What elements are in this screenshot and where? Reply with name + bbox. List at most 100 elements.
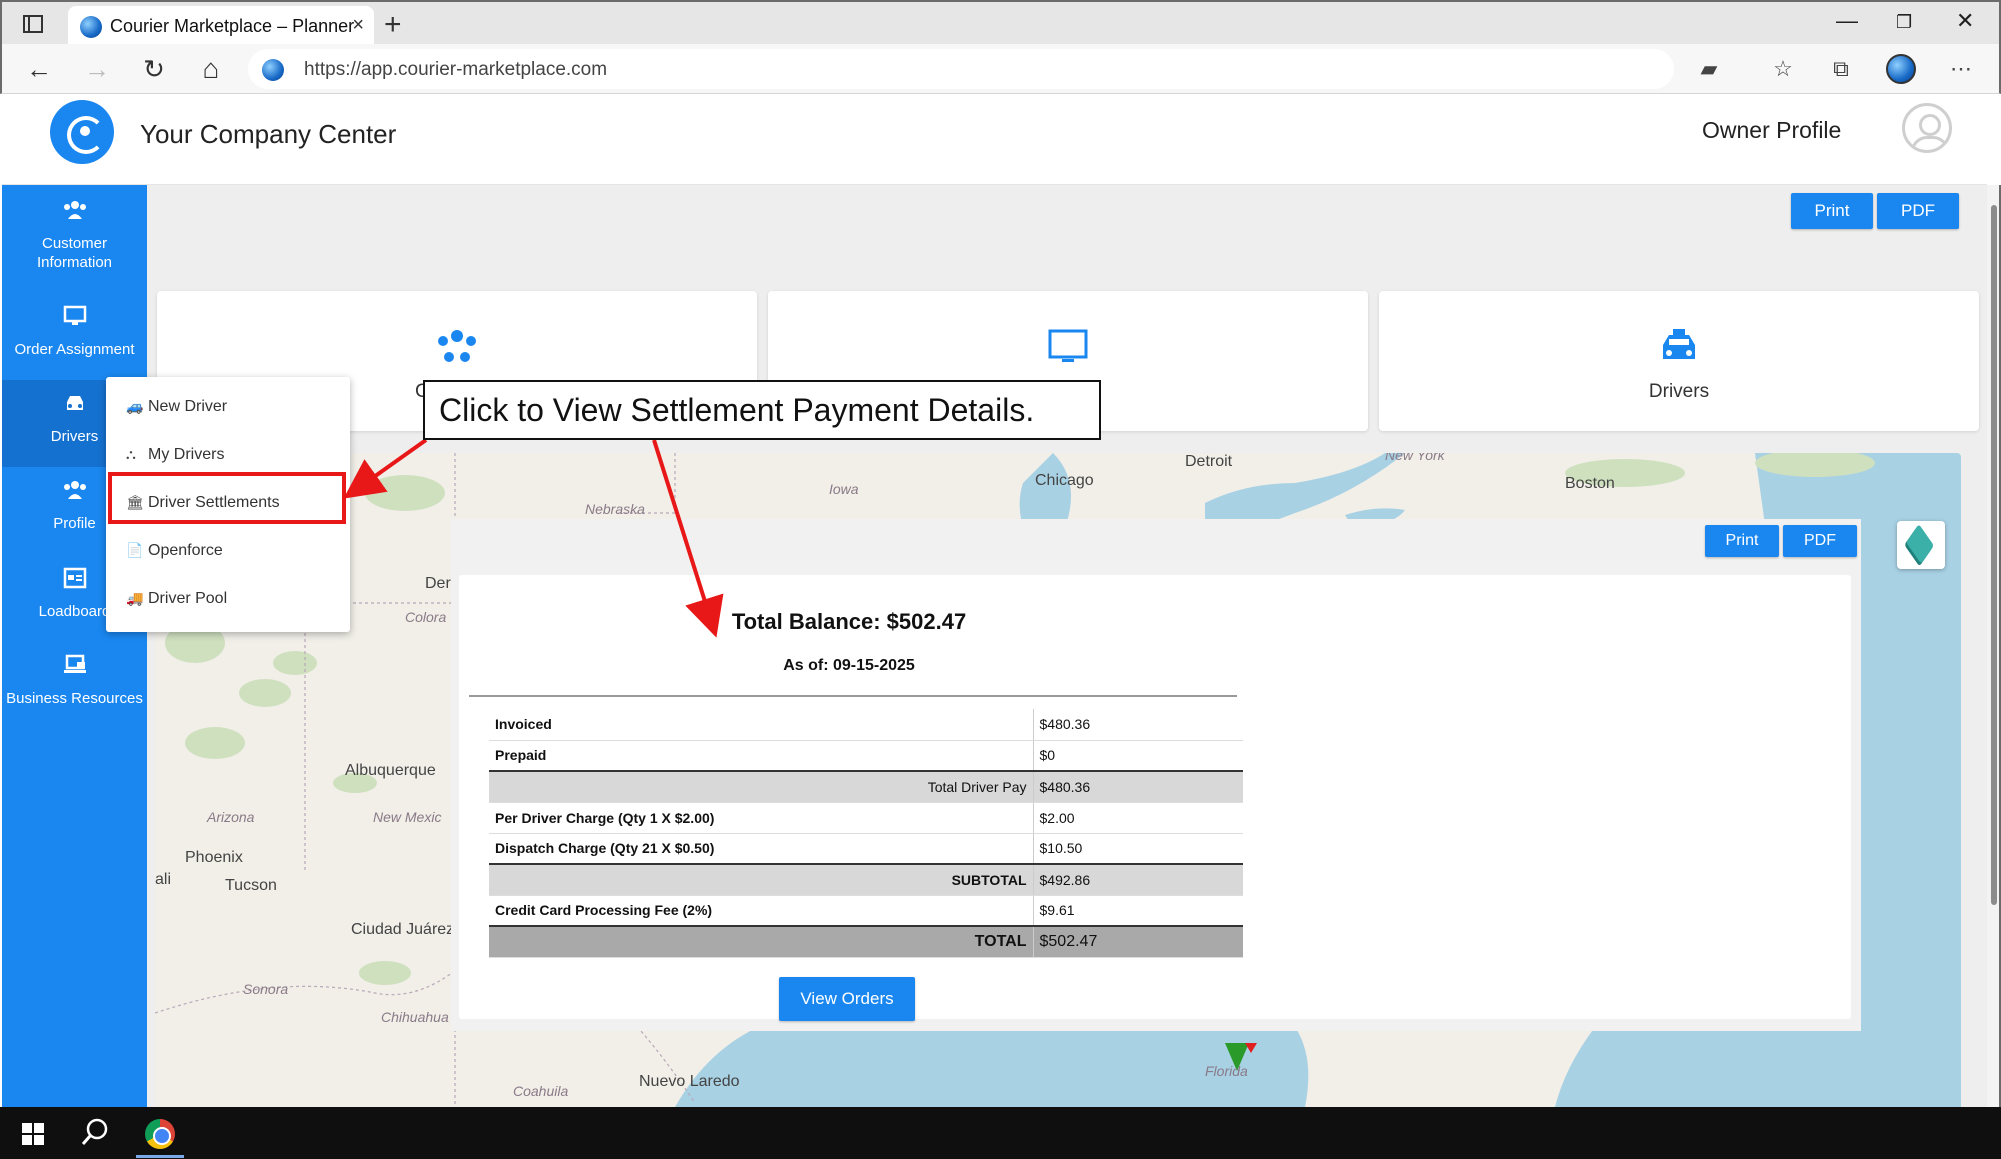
- taxi-icon: [1379, 327, 1979, 374]
- annotation-callout: Click to View Settlement Payment Details…: [423, 380, 1101, 440]
- main-content: Print PDF C Drivers Detroit Chicago Bost…: [147, 185, 1987, 1107]
- map-label: Arizona: [207, 809, 255, 825]
- settlement-print-button[interactable]: Print: [1705, 525, 1779, 557]
- table-row: Prepaid $0: [489, 740, 1243, 772]
- tab-close-icon[interactable]: ×: [352, 14, 364, 37]
- group-icon: ⛬: [126, 446, 136, 462]
- table-row: SUBTOTAL $492.86: [489, 863, 1243, 896]
- divider: [469, 695, 1237, 697]
- map-label: Phoenix: [185, 849, 243, 866]
- sidebar-item-label: Profile: [53, 515, 96, 532]
- map-label: Albuquerque: [345, 762, 436, 779]
- sidebar-item-business-resources[interactable]: Business Resources: [2, 652, 147, 708]
- sidebar: Customer Information Order Assignment Dr…: [2, 185, 147, 1107]
- app-header: Your Company Center Owner Profile: [2, 95, 1987, 185]
- card-label: Drivers: [1648, 381, 1710, 402]
- settlement-card: Total Balance: $502.47 As of: 09-15-2025…: [459, 575, 1851, 1021]
- users-icon: [2, 197, 147, 230]
- vertical-scrollbar[interactable]: [1987, 185, 2001, 1107]
- favorites-icon[interactable]: ☆: [1768, 56, 1798, 82]
- map-label: Der: [425, 575, 451, 592]
- windows-start-icon[interactable]: [22, 1123, 44, 1145]
- users-icon: [157, 327, 757, 374]
- sidebar-item-label: Business Resources: [6, 690, 143, 707]
- sidebar-item-label: Customer: [41, 235, 108, 252]
- truck-icon: 🚚: [126, 590, 144, 606]
- row-value: $0: [1032, 740, 1243, 772]
- settlement-table: Invoiced $480.36 Prepaid $0 Total Driver P…: [489, 709, 1243, 958]
- page-title: Your Company Center: [140, 119, 397, 149]
- taskbar: [0, 1107, 2001, 1159]
- tab-title: Courier Marketplace – Planner: [110, 16, 355, 36]
- reload-button[interactable]: ↻: [137, 53, 171, 87]
- sidebar-item-label: Order Assignment: [14, 341, 135, 358]
- row-value: $480.36: [1032, 709, 1243, 741]
- map-label: Sonora: [243, 981, 289, 997]
- site-icon: [262, 59, 284, 81]
- car-icon: 🚙: [126, 398, 144, 414]
- map-label: Chicago: [1035, 472, 1094, 489]
- browser-tab[interactable]: Courier Marketplace – Planner ×: [68, 6, 374, 46]
- owner-profile-link[interactable]: Owner Profile: [1702, 117, 1841, 144]
- sidebar-item-order-assignment[interactable]: Order Assignment: [2, 303, 147, 359]
- extension-icon[interactable]: ▰: [1694, 56, 1724, 82]
- map-label: Colora: [405, 609, 447, 625]
- map-label: ali: [155, 871, 172, 888]
- row-value: $492.86: [1032, 863, 1243, 896]
- map-label: Nuevo Laredo: [639, 1073, 740, 1090]
- map-label: Coahuila: [513, 1083, 569, 1099]
- drivers-card[interactable]: Drivers: [1379, 291, 1979, 431]
- map-label: Ciudad Juárez: [351, 921, 455, 938]
- restore-button[interactable]: ❐: [1896, 12, 1912, 33]
- home-button[interactable]: ⌂: [194, 53, 228, 87]
- company-logo[interactable]: [50, 100, 114, 164]
- row-label: Prepaid: [489, 740, 1033, 772]
- address-field[interactable]: https://app.courier-marketplace.com: [248, 49, 1674, 89]
- tab-actions-icon[interactable]: [16, 10, 52, 38]
- sidebar-item-customer-information[interactable]: Customer Information: [2, 197, 147, 272]
- profile-icon[interactable]: [1886, 54, 1916, 84]
- minimize-button[interactable]: —: [1836, 8, 1858, 34]
- map-label: Tucson: [225, 877, 277, 894]
- menu-item-my-drivers[interactable]: ⛬ My Drivers: [126, 446, 224, 464]
- avatar[interactable]: [1902, 103, 1952, 153]
- chrome-icon[interactable]: [145, 1119, 175, 1149]
- back-button[interactable]: ←: [22, 53, 56, 87]
- view-orders-button[interactable]: View Orders: [779, 977, 915, 1021]
- menu-item-openforce[interactable]: 📄 Openforce: [126, 542, 223, 560]
- url-text: https://app.courier-marketplace.com: [304, 59, 608, 80]
- sidebar-item-label: Drivers: [50, 428, 99, 445]
- row-label: Dispatch Charge (Qty 21 X $0.50): [489, 833, 1033, 865]
- search-icon[interactable]: [80, 1117, 110, 1154]
- table-row: Credit Card Processing Fee (2%) $9.61: [489, 895, 1243, 927]
- more-icon[interactable]: ⋯: [1946, 56, 1976, 82]
- close-window-button[interactable]: ✕: [1956, 8, 1974, 34]
- print-button[interactable]: Print: [1791, 193, 1873, 229]
- active-app-indicator: [136, 1155, 184, 1158]
- menu-item-driver-pool[interactable]: 🚚 Driver Pool: [126, 590, 227, 608]
- pdf-button[interactable]: PDF: [1877, 193, 1959, 229]
- table-row: Total Driver Pay $480.36: [489, 770, 1243, 803]
- table-row: Per Driver Charge (Qty 1 X $2.00) $2.00: [489, 802, 1243, 834]
- settlement-pdf-button[interactable]: PDF: [1783, 525, 1857, 557]
- table-row: Invoiced $480.36: [489, 709, 1243, 741]
- forward-button[interactable]: →: [80, 53, 114, 87]
- row-label: Invoiced: [489, 709, 1033, 741]
- collections-icon[interactable]: ⧉: [1826, 56, 1856, 82]
- menu-item-label: Openforce: [148, 542, 223, 559]
- map-label: New York: [1385, 453, 1445, 463]
- monitor-icon: [768, 327, 1368, 374]
- scrollbar-thumb[interactable]: [1991, 205, 1997, 905]
- laptop-lock-icon: [2, 652, 147, 685]
- row-label: TOTAL: [489, 925, 1033, 958]
- map-label: Boston: [1565, 475, 1615, 492]
- new-tab-button[interactable]: +: [384, 8, 402, 42]
- settlement-panel: Print PDF Total Balance: $502.47 As of: …: [451, 519, 1861, 1031]
- menu-item-new-driver[interactable]: 🚙 New Driver: [126, 398, 227, 416]
- table-row: Dispatch Charge (Qty 21 X $0.50) $10.50: [489, 833, 1243, 865]
- menu-item-label: My Drivers: [148, 446, 225, 463]
- monitor-icon: [2, 303, 147, 336]
- menu-item-label: New Driver: [148, 398, 228, 415]
- map-layers-button[interactable]: [1897, 521, 1945, 569]
- total-balance: Total Balance: $502.47: [731, 609, 967, 634]
